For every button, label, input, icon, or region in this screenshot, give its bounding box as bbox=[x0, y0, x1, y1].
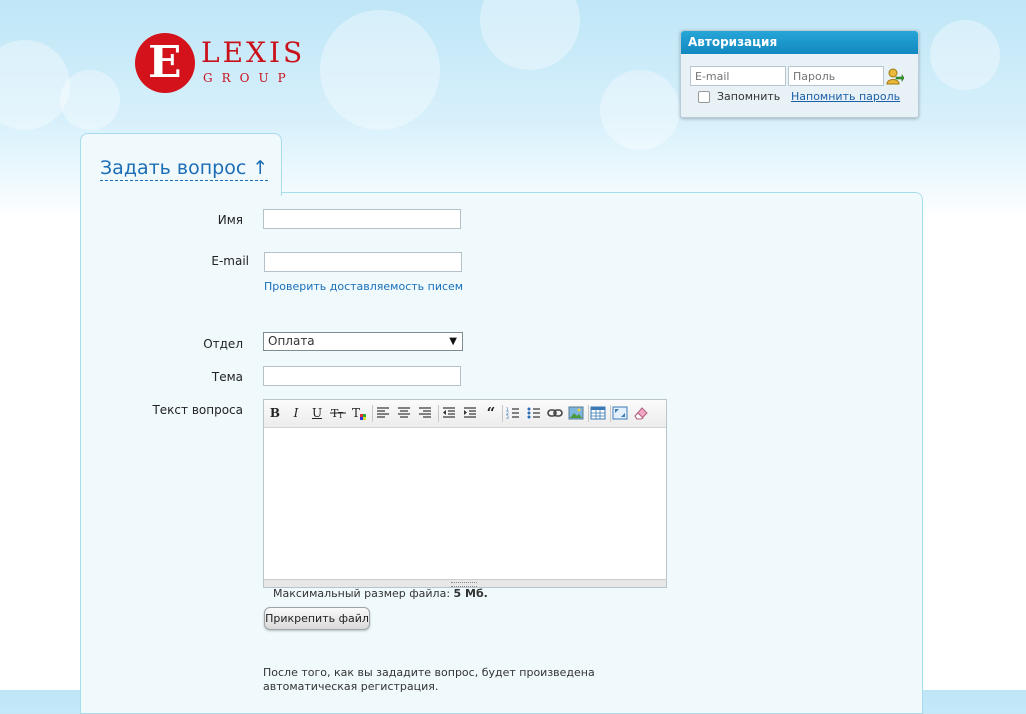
max-file-size: Максимальный размер файла: 5 Мб. bbox=[273, 587, 488, 600]
dropdown-arrow-icon: ▼ bbox=[449, 336, 457, 347]
quote-icon[interactable]: “ bbox=[483, 405, 499, 421]
italic-icon[interactable]: I bbox=[288, 405, 304, 421]
toolbar-separator bbox=[372, 405, 373, 422]
eraser-icon[interactable] bbox=[633, 405, 649, 421]
email-input[interactable] bbox=[264, 252, 462, 272]
table-icon[interactable] bbox=[590, 405, 606, 421]
logo-subtitle: GROUP bbox=[203, 71, 295, 85]
toolbar-separator bbox=[610, 405, 611, 422]
image-icon[interactable] bbox=[568, 405, 584, 421]
email-label: E-mail bbox=[211, 254, 249, 268]
department-label: Отдел bbox=[203, 337, 243, 351]
auth-email-input[interactable] bbox=[690, 66, 786, 86]
tab-title[interactable]: Задать вопрос ↑ bbox=[100, 156, 269, 181]
question-label: Текст вопроса bbox=[152, 403, 243, 417]
background-bubble bbox=[0, 40, 70, 130]
toolbar-separator bbox=[438, 405, 439, 422]
background-bubble bbox=[60, 70, 120, 130]
outdent-icon[interactable] bbox=[441, 405, 457, 421]
strikethrough-icon[interactable]: T T bbox=[330, 405, 346, 421]
align-center-icon[interactable] bbox=[396, 405, 412, 421]
editor-toolbar: B I U T T T “ bbox=[264, 400, 666, 428]
department-select[interactable]: Оплата ▼ bbox=[263, 332, 463, 351]
align-right-icon[interactable] bbox=[417, 405, 433, 421]
logo-word: LEXIS bbox=[201, 36, 306, 69]
ask-question-tab[interactable]: Задать вопрос ↑ bbox=[80, 133, 282, 196]
auth-password-input[interactable] bbox=[788, 66, 884, 86]
logo[interactable]: E LEXIS GROUP bbox=[135, 33, 310, 95]
auth-box: Авторизация Запомнить Напомнить пароль bbox=[680, 30, 919, 118]
toolbar-separator bbox=[502, 405, 503, 422]
svg-text:3: 3 bbox=[506, 415, 509, 421]
max-file-size-text: Максимальный размер файла: bbox=[273, 587, 451, 600]
svg-text:T: T bbox=[352, 406, 360, 420]
svg-text:T: T bbox=[338, 411, 344, 420]
ordered-list-icon[interactable]: 123 bbox=[505, 405, 521, 421]
bold-icon[interactable]: B bbox=[267, 405, 283, 421]
fullscreen-icon[interactable] bbox=[612, 405, 628, 421]
remember-label: Запомнить bbox=[717, 90, 781, 103]
forgot-password-link[interactable]: Напомнить пароль bbox=[791, 90, 900, 103]
background-bubble bbox=[930, 20, 1000, 90]
indent-icon[interactable] bbox=[462, 405, 478, 421]
background-bubble bbox=[320, 10, 440, 130]
toolbar-separator bbox=[588, 405, 589, 422]
department-selected-value: Оплата bbox=[268, 334, 315, 348]
unordered-list-icon[interactable] bbox=[526, 405, 542, 421]
max-file-size-value: 5 Мб. bbox=[453, 587, 488, 600]
editor-resize-handle[interactable] bbox=[264, 579, 666, 587]
align-left-icon[interactable] bbox=[375, 405, 391, 421]
name-input[interactable] bbox=[263, 209, 461, 229]
auth-title: Авторизация bbox=[681, 31, 918, 54]
background-bubble bbox=[600, 70, 680, 150]
underline-icon[interactable]: U bbox=[309, 405, 325, 421]
background-bubble bbox=[480, 0, 580, 70]
check-delivery-link[interactable]: Проверить доставляемость писем bbox=[264, 280, 463, 293]
name-label: Имя bbox=[217, 213, 243, 227]
attach-file-button[interactable]: Прикрепить файл bbox=[264, 607, 370, 630]
login-icon[interactable] bbox=[886, 67, 904, 85]
remember-checkbox[interactable] bbox=[698, 91, 710, 103]
editor-text-area[interactable] bbox=[264, 428, 666, 579]
subject-input[interactable] bbox=[263, 366, 461, 386]
subject-label: Тема bbox=[211, 370, 243, 384]
link-icon[interactable] bbox=[547, 405, 563, 421]
question-editor[interactable]: B I U T T T “ bbox=[263, 399, 667, 588]
text-color-icon[interactable]: T bbox=[351, 405, 367, 421]
logo-letter: E bbox=[148, 37, 182, 88]
